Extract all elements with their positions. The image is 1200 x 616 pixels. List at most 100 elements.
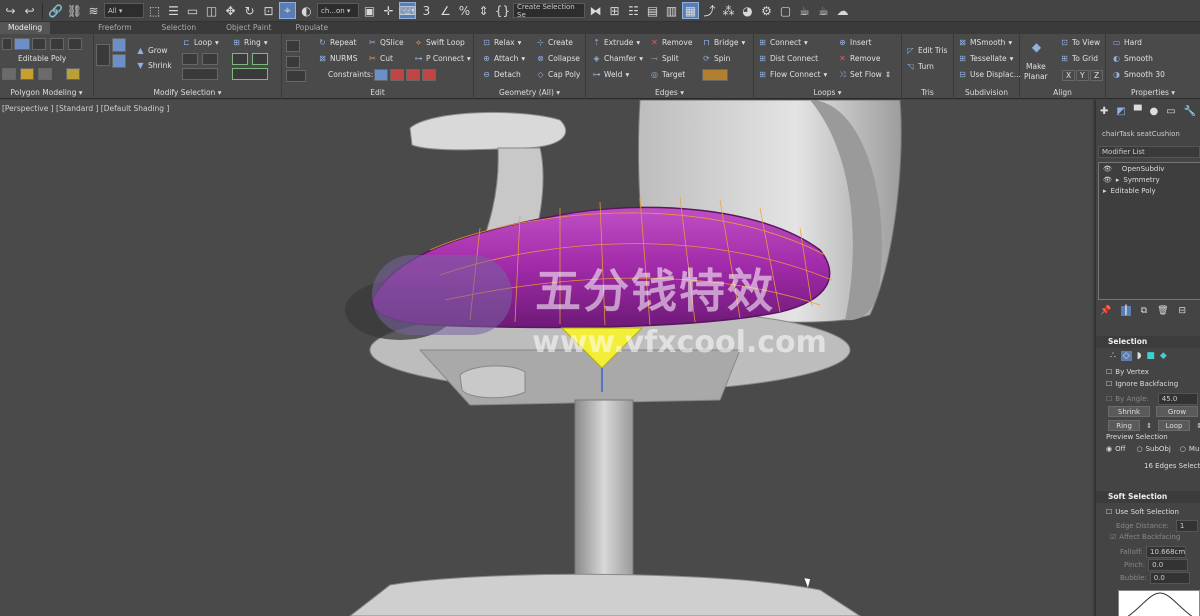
render-cloud-icon[interactable]: ☁ xyxy=(834,2,851,19)
loops-title[interactable]: Loops ▾ xyxy=(754,88,901,97)
p-connect-button[interactable]: ⊶ P Connect ▾ xyxy=(414,54,471,63)
polygon-subobject-icon[interactable] xyxy=(50,38,64,50)
perspective-viewport[interactable]: [Perspective ] [Standard ] [Default Shad… xyxy=(0,100,1092,616)
render-production-icon[interactable]: ☕ xyxy=(796,2,813,19)
bridge-button[interactable]: ⊓ Bridge ▾ xyxy=(702,38,745,47)
selection-filter-dropdown[interactable]: All ▾ xyxy=(104,3,144,18)
shrink-button[interactable]: ▼ Shrink xyxy=(136,61,171,70)
by-vertex-row[interactable]: ☐ By Vertex xyxy=(1096,368,1200,376)
vertex-mode-icon[interactable]: ∴ xyxy=(1110,351,1116,361)
select-all-icon[interactable] xyxy=(96,44,110,66)
loop-spinner-icon[interactable]: ⇕ xyxy=(1196,422,1200,430)
ribbon-toggle-icon[interactable]: ▥ xyxy=(663,2,680,19)
shrink-button-panel[interactable]: Shrink xyxy=(1108,406,1150,417)
to-view-button[interactable]: ⊡ To View xyxy=(1060,38,1100,47)
align-z-button[interactable]: Z xyxy=(1090,70,1104,81)
cut-button[interactable]: ✂ Cut xyxy=(368,54,393,63)
element-subobject-icon[interactable] xyxy=(68,38,82,50)
expand-arrow-icon[interactable]: ▸ xyxy=(1116,176,1120,184)
tab-modeling[interactable]: Modeling xyxy=(0,22,51,34)
nurms-button[interactable]: ⊠ NURMS xyxy=(318,54,357,63)
cap-poly-button[interactable]: ◇ Cap Poly xyxy=(536,70,580,79)
keyboard-shortcut-icon[interactable]: ⌨ xyxy=(399,2,416,19)
repeat-last-icon[interactable] xyxy=(38,68,52,80)
move-icon[interactable]: ✥ xyxy=(222,2,239,19)
curve-editor-icon[interactable]: ⤴ xyxy=(701,2,718,19)
soft-selection-rollout-header[interactable]: Soft Selection xyxy=(1096,491,1200,503)
preview-off-radio[interactable]: ◉ xyxy=(1106,445,1112,453)
eye-icon[interactable]: 👁 xyxy=(1103,165,1112,173)
preview-subobj-radio[interactable]: ○ xyxy=(1136,445,1142,453)
schematic-view-icon[interactable]: ⁂ xyxy=(720,2,737,19)
scale-icon[interactable]: ⊡ xyxy=(260,2,277,19)
tessellate-button[interactable]: ⊞ Tessellate ▾ xyxy=(958,54,1013,63)
detach-button[interactable]: ⊖ Detach xyxy=(482,70,521,79)
create-selection-set-input[interactable]: Create Selection Se xyxy=(513,3,585,19)
rotate-icon[interactable]: ↻ xyxy=(241,2,258,19)
select-and-place-icon[interactable]: ⌖ xyxy=(279,2,296,19)
smooth-button[interactable]: ◐ Smooth xyxy=(1112,54,1153,63)
hierarchy-tab-icon[interactable]: ▀ xyxy=(1134,106,1142,117)
use-soft-selection-row[interactable]: ☐ Use Soft Selection xyxy=(1096,508,1200,516)
align-y-button[interactable]: Y xyxy=(1076,70,1089,81)
layer-explorer-icon[interactable]: ☷ xyxy=(625,2,642,19)
remove-modifier-icon[interactable]: 🗑 xyxy=(1157,306,1168,316)
loop-button[interactable]: ⊏ Loop ▾ xyxy=(182,38,219,47)
spin-button[interactable]: ⟳ Spin xyxy=(702,54,730,63)
grow-button[interactable]: ▲ Grow xyxy=(136,46,167,55)
loop-shrink-icon[interactable] xyxy=(202,53,218,65)
use-soft-selection-checkbox[interactable]: ☐ xyxy=(1106,508,1112,516)
unlink-icon[interactable]: ⛓ xyxy=(66,2,83,19)
preview-multi-radio[interactable]: ○ xyxy=(1180,445,1186,453)
modifier-list-dropdown[interactable]: Modifier List xyxy=(1098,146,1200,158)
ignore-backfacing-row[interactable]: ☐ Ignore Backfacing xyxy=(1096,380,1200,388)
tab-selection[interactable]: Selection xyxy=(154,22,205,34)
make-planar-icon[interactable]: ◆ xyxy=(1028,38,1045,55)
attach-button[interactable]: ⊕ Attach ▾ xyxy=(482,54,525,63)
loop-button-panel[interactable]: Loop xyxy=(1158,420,1191,431)
border-subobject-icon[interactable] xyxy=(32,38,46,50)
ring-button[interactable]: ⊞ Ring ▾ xyxy=(232,38,267,47)
create-tab-icon[interactable]: ✚ xyxy=(1100,106,1108,117)
ring-grow-icon[interactable] xyxy=(232,53,248,65)
constraint-edge-icon[interactable] xyxy=(390,69,404,81)
named-selection-dropdown[interactable]: ch...on ▾ xyxy=(317,3,359,18)
repeat-button[interactable]: ↻ Repeat xyxy=(318,38,356,47)
properties-title[interactable]: Properties ▾ xyxy=(1106,88,1200,97)
to-grid-button[interactable]: ⊞ To Grid xyxy=(1060,54,1098,63)
snaps-toggle-icon[interactable]: 3 xyxy=(418,2,435,19)
ring-button-panel[interactable]: Ring xyxy=(1108,420,1141,431)
use-nurms-icon[interactable] xyxy=(66,68,80,80)
relax-button[interactable]: ⊡ Relax ▾ xyxy=(482,38,521,47)
smooth-30-button[interactable]: ◑ Smooth 30 xyxy=(1112,70,1165,79)
make-unique-icon[interactable]: ⧉ xyxy=(1141,306,1147,316)
connect-button[interactable]: ⊞ Connect ▾ xyxy=(758,38,808,47)
expand-arrow-icon[interactable]: ▸ xyxy=(1103,187,1107,195)
select-by-name-icon[interactable]: ☰ xyxy=(165,2,182,19)
bubble-field[interactable]: 0.0 xyxy=(1149,572,1190,584)
spinner-snap-icon[interactable]: ⇕ xyxy=(475,2,492,19)
set-flow-button[interactable]: ⤨ Set Flow ⇕ xyxy=(838,70,891,79)
make-planar-line1[interactable]: Make xyxy=(1026,62,1046,71)
preserve-uvs-icon[interactable] xyxy=(2,68,16,80)
pinch-field[interactable]: 0.0 xyxy=(1148,559,1189,571)
modifier-item[interactable]: 👁 OpenSubdiv xyxy=(1099,163,1200,174)
modifier-item[interactable]: 👁 ▸ Symmetry xyxy=(1099,174,1200,185)
constraint-none-icon[interactable] xyxy=(374,69,388,81)
display-tab-icon[interactable]: ▭ xyxy=(1166,106,1175,117)
make-planar-line2[interactable]: Planar xyxy=(1024,72,1048,81)
modify-selection-title[interactable]: Modify Selection ▾ xyxy=(94,88,281,97)
object-name-field[interactable]: chairTask seatCushion xyxy=(1098,128,1200,140)
align-icon[interactable]: ⊞ xyxy=(606,2,623,19)
link-icon[interactable]: 🔗 xyxy=(47,2,64,19)
grow-button-panel[interactable]: Grow xyxy=(1156,406,1198,417)
rectangular-selection-icon[interactable]: ▭ xyxy=(184,2,201,19)
collapse-button[interactable]: ⊗ Collapse xyxy=(536,54,580,63)
stack-selection-icon[interactable] xyxy=(112,38,126,52)
dist-connect-button[interactable]: ⊞ Dist Connect xyxy=(758,54,818,63)
scene-explorer-icon[interactable]: ▤ xyxy=(644,2,661,19)
swift-loop-button[interactable]: ⟡ Swift Loop xyxy=(414,38,465,47)
loop-grow-icon[interactable] xyxy=(182,53,198,65)
angle-snap-icon[interactable]: ∠ xyxy=(437,2,454,19)
selection-rollout-header[interactable]: Selection xyxy=(1096,336,1200,348)
